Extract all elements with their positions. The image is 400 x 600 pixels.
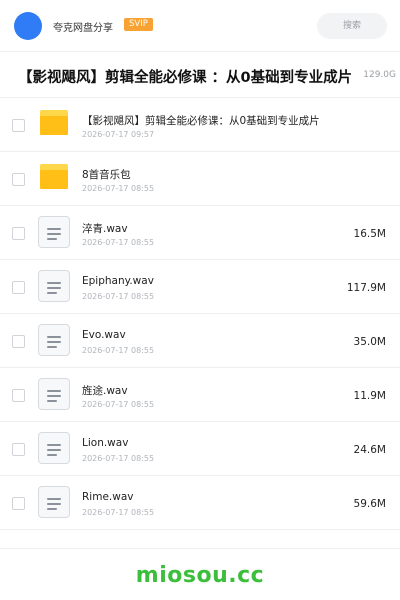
item-date: 2026-07-17 08:55 xyxy=(82,508,155,517)
vip-badge: SVIP xyxy=(124,18,153,31)
select-checkbox[interactable] xyxy=(12,497,25,510)
folder-title: 【影视飓风】剪辑全能必修课 ：从0基础到专业成片 xyxy=(18,70,353,86)
audio-file-icon xyxy=(38,324,70,356)
folder-icon xyxy=(40,164,68,189)
search-button[interactable]: 搜索 xyxy=(317,13,387,39)
item-size: 117.9M xyxy=(346,282,386,294)
item-name: Epiphany.wav xyxy=(82,275,154,287)
item-size: 24.6M xyxy=(353,444,386,456)
audio-file-icon xyxy=(38,270,70,302)
item-name: 旌途.wav xyxy=(82,385,128,397)
list-item[interactable]: 旌途.wav 2026-07-17 08:55 11.9M xyxy=(0,368,400,422)
item-date: 2026-07-17 08:55 xyxy=(82,346,155,355)
list-item[interactable]: Evo.wav 2026-07-17 08:55 35.0M xyxy=(0,314,400,368)
select-checkbox[interactable] xyxy=(12,281,25,294)
list-item[interactable]: 淬青.wav 2026-07-17 08:55 16.5M xyxy=(0,206,400,260)
list-item[interactable]: Rime.wav 2026-07-17 08:55 59.6M xyxy=(0,476,400,530)
item-name: Lion.wav xyxy=(82,437,129,449)
list-item[interactable]: Epiphany.wav 2026-07-17 08:55 117.9M xyxy=(0,260,400,314)
select-checkbox[interactable] xyxy=(12,389,25,402)
item-size: 35.0M xyxy=(353,336,386,348)
item-name: 淬青.wav xyxy=(82,223,128,235)
item-name: Evo.wav xyxy=(82,329,126,341)
item-date: 2026-07-17 09:57 xyxy=(82,130,155,139)
audio-file-icon xyxy=(38,432,70,464)
item-name: Rime.wav xyxy=(82,491,134,503)
item-name: 8首音乐包 xyxy=(82,169,131,181)
audio-file-icon xyxy=(38,378,70,410)
select-checkbox[interactable] xyxy=(12,443,25,456)
file-list: 【影视飓风】剪辑全能必修课：从0基础到专业成片 2026-07-17 09:57… xyxy=(0,98,400,530)
item-date: 2026-07-17 08:55 xyxy=(82,184,155,193)
list-item[interactable]: Lion.wav 2026-07-17 08:55 24.6M xyxy=(0,422,400,476)
folder-total-size: 129.0G xyxy=(363,70,396,80)
item-name: 【影视飓风】剪辑全能必修课：从0基础到专业成片 xyxy=(82,115,320,127)
item-date: 2026-07-17 08:55 xyxy=(82,400,155,409)
top-bar: 夸克网盘分享 SVIP 搜索 xyxy=(0,0,400,52)
item-date: 2026-07-17 08:55 xyxy=(82,454,155,463)
item-size: 59.6M xyxy=(353,498,386,510)
folder-icon xyxy=(40,110,68,135)
item-size: 11.9M xyxy=(353,390,386,402)
select-checkbox[interactable] xyxy=(12,173,25,186)
select-checkbox[interactable] xyxy=(12,335,25,348)
sharer-name: 夸克网盘分享 xyxy=(53,23,113,34)
avatar[interactable] xyxy=(14,12,42,40)
folder-title-row: 【影视飓风】剪辑全能必修课 ：从0基础到专业成片 129.0G xyxy=(0,52,400,98)
audio-file-icon xyxy=(38,216,70,248)
item-date: 2026-07-17 08:55 xyxy=(82,238,155,247)
item-date: 2026-07-17 08:55 xyxy=(82,292,155,301)
list-item[interactable]: 8首音乐包 2026-07-17 08:55 xyxy=(0,152,400,206)
select-checkbox[interactable] xyxy=(12,227,25,240)
list-item[interactable]: 【影视飓风】剪辑全能必修课：从0基础到专业成片 2026-07-17 09:57 xyxy=(0,98,400,152)
audio-file-icon xyxy=(38,486,70,518)
select-checkbox[interactable] xyxy=(12,119,25,132)
watermark: miosou.cc xyxy=(135,563,265,588)
item-size: 16.5M xyxy=(353,228,386,240)
